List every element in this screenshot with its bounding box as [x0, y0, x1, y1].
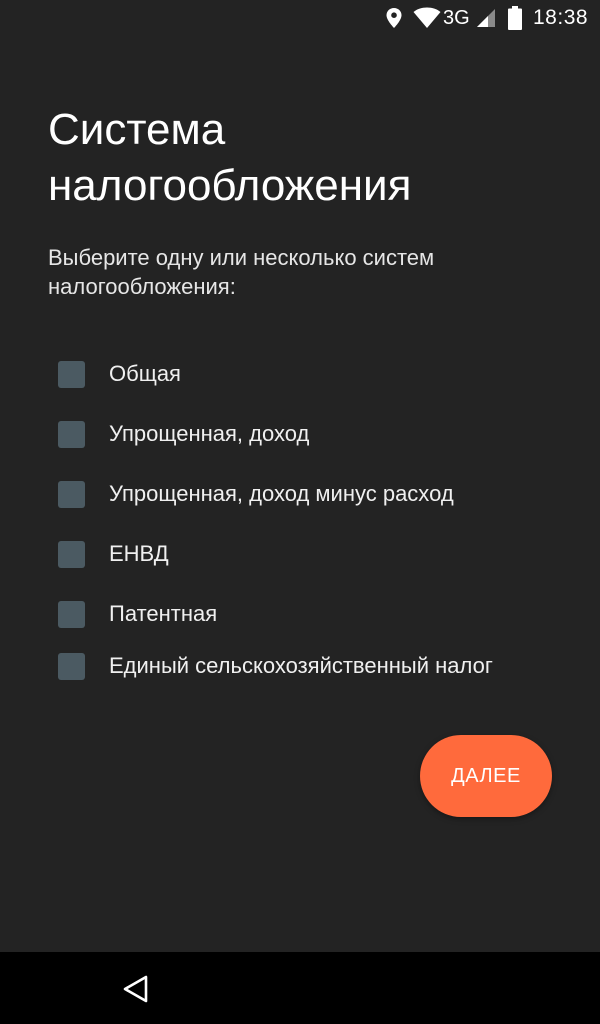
cellular-signal-icon: [476, 6, 496, 30]
option-label: ЕНВД: [109, 541, 169, 566]
option-patent[interactable]: Патентная: [58, 600, 538, 628]
back-icon[interactable]: [121, 974, 151, 1004]
status-bar: 3G 18:38: [0, 0, 600, 36]
instructions-text: Выберите одну или несколько систем налог…: [48, 245, 435, 299]
checkbox[interactable]: [58, 600, 85, 628]
checkbox[interactable]: [58, 652, 85, 680]
checkbox[interactable]: [58, 540, 85, 568]
option-envd[interactable]: ЕНВД: [58, 540, 538, 568]
battery-icon: [508, 6, 522, 30]
option-label: Упрощенная, доход минус расход: [109, 481, 454, 506]
option-label: Единый сельскохозяйственный налог: [109, 653, 493, 678]
network-type: 3G: [443, 6, 470, 29]
location-icon: [385, 6, 403, 30]
option-simplified-income[interactable]: Упрощенная, доход: [58, 420, 538, 448]
navigation-bar: [0, 952, 600, 1024]
next-button[interactable]: ДАЛЕЕ: [420, 735, 552, 817]
option-general[interactable]: Общая: [58, 360, 538, 388]
option-unified-agricultural-tax[interactable]: Единый сельскохозяйственный налог: [58, 652, 538, 680]
checkbox[interactable]: [58, 480, 85, 508]
option-label: Общая: [109, 361, 181, 386]
page-title: Система налогообложения: [48, 105, 412, 210]
checkbox[interactable]: [58, 420, 85, 448]
screen: 3G 18:38 Система налогообложения Выберит…: [0, 0, 600, 1024]
option-label: Патентная: [109, 601, 218, 626]
clock: 18:38: [533, 6, 589, 29]
checkbox[interactable]: [58, 360, 85, 388]
wifi-icon: [413, 6, 441, 30]
option-label: Упрощенная, доход: [109, 421, 310, 446]
option-simplified-income-minus-expense[interactable]: Упрощенная, доход минус расход: [58, 480, 538, 508]
